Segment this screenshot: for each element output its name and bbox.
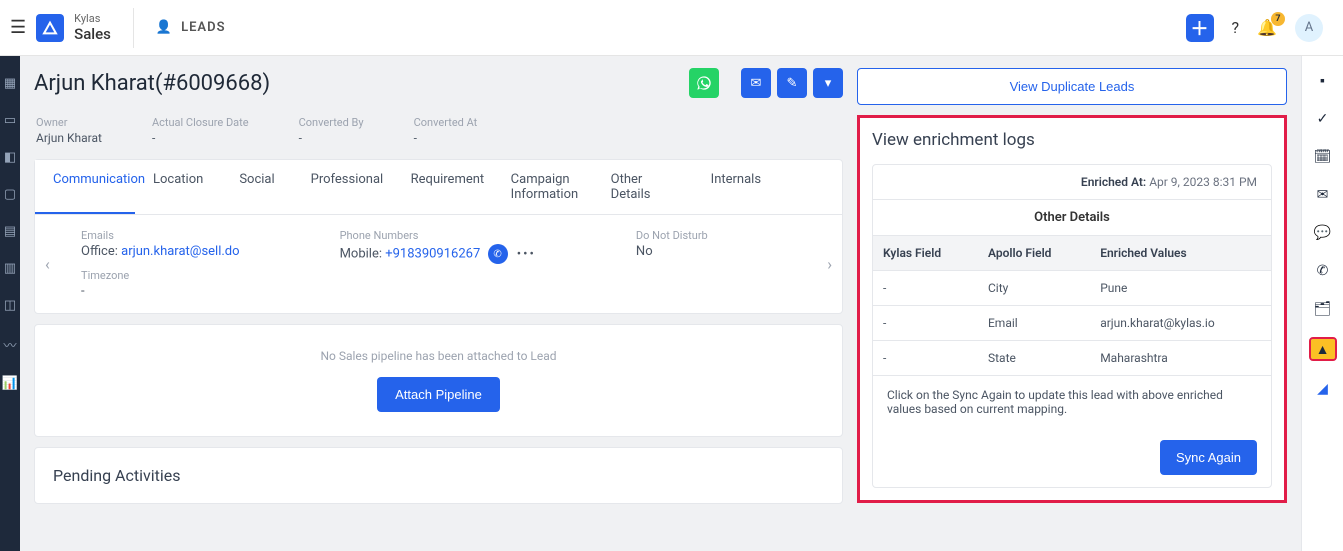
hamburger-icon[interactable]: ☰ xyxy=(10,17,26,38)
meta-closure: Actual Closure Date - xyxy=(152,116,249,145)
enrichment-title: View enrichment logs xyxy=(872,130,1272,150)
notif-badge: 7 xyxy=(1271,12,1285,26)
nav-icon-8[interactable]: 〰 xyxy=(3,335,16,354)
phone-more-icon[interactable]: ••• xyxy=(517,247,536,262)
enrichment-card: View enrichment logs Enriched At: Apr 9,… xyxy=(857,115,1287,503)
tab-location[interactable]: Location xyxy=(135,160,221,214)
side-panel: View Duplicate Leads View enrichment log… xyxy=(857,68,1287,539)
tab-communication[interactable]: Communication xyxy=(35,160,135,214)
nav-icon-5[interactable]: ▤ xyxy=(4,224,16,239)
phone-call-icon[interactable]: ✆ xyxy=(488,244,508,264)
person-icon: 👤 xyxy=(156,20,173,35)
email-button[interactable]: ✉ xyxy=(741,68,771,98)
whatsapp-button[interactable] xyxy=(689,68,719,98)
edit-button[interactable]: ✎ xyxy=(777,68,807,98)
nav-icon-6[interactable]: ▥ xyxy=(4,261,16,276)
help-icon[interactable]: ? xyxy=(1232,18,1240,37)
enriched-at-row: Enriched At: Apr 9, 2023 8:31 PM xyxy=(873,165,1271,200)
email-link[interactable]: arjun.kharat@sell.do xyxy=(121,244,239,259)
add-button[interactable]: ＋ xyxy=(1186,14,1214,42)
nav-icon-9[interactable]: 📊 xyxy=(2,376,18,391)
title-actions: ✉ ✎ ▾ xyxy=(689,68,843,98)
meta-owner: Owner Arjun Kharat xyxy=(36,116,102,145)
tab-requirement[interactable]: Requirement xyxy=(393,160,493,214)
nav-icon-4[interactable]: ▢ xyxy=(4,187,16,202)
tab-internals[interactable]: Internals xyxy=(693,160,779,214)
tab-social[interactable]: Social xyxy=(221,160,292,214)
lead-title: Arjun Kharat(#6009668) xyxy=(34,71,270,96)
dropdown-button[interactable]: ▾ xyxy=(813,68,843,98)
rail-note-icon[interactable]: ▪ xyxy=(1320,72,1325,89)
rail-chat-icon[interactable]: 💬 xyxy=(1314,225,1331,241)
title-row: Arjun Kharat(#6009668) ✉ ✎ ▾ xyxy=(34,68,843,98)
sync-hint: Click on the Sync Again to update this l… xyxy=(873,375,1271,428)
topbar: ☰ Kylas Sales 👤 LEADS ＋ ? 🔔7 A xyxy=(0,0,1343,56)
dnd-group: Do Not Disturb No xyxy=(636,229,708,299)
brand-line2: Sales xyxy=(74,25,111,43)
pending-activities-title: Pending Activities xyxy=(53,466,824,485)
notification-icon[interactable]: 🔔7 xyxy=(1257,18,1277,37)
attach-pipeline-button[interactable]: Attach Pipeline xyxy=(377,377,500,412)
rail-mail-icon[interactable]: ✉ xyxy=(1317,187,1329,203)
sync-footer: Sync Again xyxy=(873,428,1271,487)
tab-campaign[interactable]: Campaign Information xyxy=(493,160,593,214)
meta-convertedby: Converted By - xyxy=(299,116,364,145)
rail-apollo-icon[interactable]: ▲ xyxy=(1311,339,1335,359)
pipeline-message: No Sales pipeline has been attached to L… xyxy=(59,349,818,363)
enrichment-table: Kylas Field Apollo Field Enriched Values… xyxy=(873,235,1271,375)
tab-body: ‹ Emails Office: arjun.kharat@sell.do Ti… xyxy=(35,215,842,313)
nav-icon-7[interactable]: ◫ xyxy=(4,298,16,313)
right-rail: ▪ ✓ 🗓 ✉ 💬 ✆ 🗂 ▲ ◢ xyxy=(1301,56,1343,551)
th-kylas: Kylas Field xyxy=(873,236,978,271)
brand-text: Kylas Sales xyxy=(74,12,111,43)
table-row: - Email arjun.kharat@kylas.io xyxy=(873,306,1271,341)
enrichment-inner: Enriched At: Apr 9, 2023 8:31 PM Other D… xyxy=(872,164,1272,488)
phones-group: Phone Numbers Mobile: +918390916267 ✆ ••… xyxy=(340,229,536,299)
sync-again-button[interactable]: Sync Again xyxy=(1160,440,1257,475)
nav-icon-2[interactable]: ▭ xyxy=(4,113,16,128)
tabs: Communication Location Social Profession… xyxy=(35,160,842,215)
th-apollo: Apollo Field xyxy=(978,236,1090,271)
tab-other[interactable]: Other Details xyxy=(593,160,693,214)
rail-task-icon[interactable]: ✓ xyxy=(1317,111,1329,127)
module-text: LEADS xyxy=(181,20,225,35)
meta-convertedat: Converted At - xyxy=(414,116,478,145)
phone-link[interactable]: +918390916267 xyxy=(385,246,480,261)
pending-activities-card: Pending Activities xyxy=(34,447,843,504)
th-enriched: Enriched Values xyxy=(1090,236,1271,271)
topbar-right: ＋ ? 🔔7 A xyxy=(1186,14,1343,42)
nav-icon-3[interactable]: ◧ xyxy=(4,150,16,165)
left-nav: ▦ ▭ ◧ ▢ ▤ ▥ ◫ 〰 📊 xyxy=(0,56,20,551)
enrichment-caption: Other Details xyxy=(873,200,1271,235)
rail-calendar-icon[interactable]: 🗓 xyxy=(1314,149,1332,165)
brand-logo-icon xyxy=(36,14,64,42)
tab-professional[interactable]: Professional xyxy=(293,160,393,214)
table-row: - State Maharashtra xyxy=(873,341,1271,376)
table-row: - City Pune xyxy=(873,271,1271,306)
details-card: Communication Location Social Profession… xyxy=(34,159,843,314)
tab-next-arrow[interactable]: › xyxy=(827,255,832,274)
rail-phone-icon[interactable]: ✆ xyxy=(1317,263,1329,279)
pipeline-card: No Sales pipeline has been attached to L… xyxy=(34,324,843,437)
view-duplicate-button[interactable]: View Duplicate Leads xyxy=(857,68,1287,105)
brand-line1: Kylas xyxy=(74,12,111,25)
emails-group: Emails Office: arjun.kharat@sell.do Time… xyxy=(81,229,240,299)
divider xyxy=(133,8,134,48)
module-label[interactable]: 👤 LEADS xyxy=(156,20,226,35)
tab-prev-arrow[interactable]: ‹ xyxy=(45,255,50,274)
nav-icon-1[interactable]: ▦ xyxy=(4,76,16,91)
rail-send-icon[interactable]: ◢ xyxy=(1317,381,1328,397)
avatar[interactable]: A xyxy=(1295,14,1323,42)
topbar-left: ☰ Kylas Sales 👤 LEADS xyxy=(0,8,236,48)
meta-row: Owner Arjun Kharat Actual Closure Date -… xyxy=(34,112,843,149)
rail-files-icon[interactable]: 🗂 xyxy=(1314,301,1332,317)
